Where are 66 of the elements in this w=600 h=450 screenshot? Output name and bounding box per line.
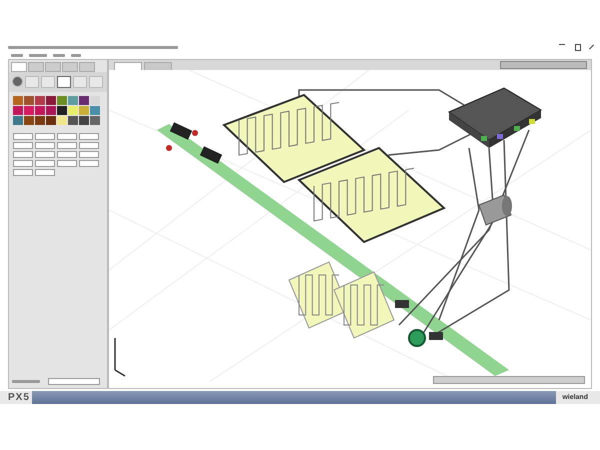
panel-tab[interactable] (11, 62, 27, 72)
part-button[interactable] (79, 151, 99, 158)
view-tab[interactable] (114, 62, 142, 70)
part-button[interactable] (79, 142, 99, 149)
sensor-drawing (395, 300, 409, 308)
palette-swatch[interactable] (13, 96, 23, 105)
part-button[interactable] (57, 133, 77, 140)
part-button[interactable] (35, 160, 55, 167)
blurred-menu-item[interactable] (11, 54, 23, 57)
palette-swatch[interactable] (79, 106, 89, 115)
part-button[interactable] (35, 169, 55, 176)
part-button[interactable] (57, 160, 77, 167)
part-button[interactable] (13, 151, 33, 158)
part-button[interactable] (13, 133, 33, 140)
palette-swatch[interactable] (24, 96, 34, 105)
palette-swatch[interactable] (79, 96, 89, 105)
view-tab[interactable] (144, 62, 172, 70)
view-controls[interactable] (433, 376, 585, 384)
palette-swatch[interactable] (57, 116, 67, 125)
motor-drawing (478, 194, 512, 226)
heating-mat (333, 271, 395, 339)
app-logo: PX5 (8, 392, 30, 404)
palette-swatch[interactable] (68, 106, 78, 115)
blurred-menu-item[interactable] (53, 54, 65, 57)
palette-swatch[interactable] (13, 106, 23, 115)
panel-tab[interactable] (28, 62, 44, 72)
part-button[interactable] (57, 151, 77, 158)
part-button[interactable] (13, 142, 33, 149)
view-toolbar[interactable] (500, 61, 587, 69)
palette-swatch[interactable] (57, 96, 67, 105)
part-button[interactable] (79, 160, 99, 167)
palette-swatch[interactable] (68, 96, 78, 105)
blurred-label (12, 380, 40, 383)
blurred-menu-item[interactable] (29, 54, 47, 57)
palette-swatch[interactable] (46, 116, 56, 125)
palette-swatch[interactable] (24, 116, 34, 125)
part-button[interactable] (13, 160, 33, 167)
palette-swatch[interactable] (24, 106, 34, 115)
palette-swatch[interactable] (35, 116, 45, 125)
valve-drawing (408, 329, 426, 347)
palette-swatch[interactable] (68, 116, 78, 125)
palette-swatch[interactable] (35, 96, 45, 105)
sensor-drawing (429, 332, 443, 340)
axis-gizmo-icon (114, 337, 126, 377)
palette-swatch[interactable] (13, 116, 23, 125)
connector-drawing (166, 122, 222, 164)
part-button[interactable] (35, 133, 55, 140)
maximize-icon[interactable] (575, 44, 581, 51)
palette-swatch[interactable] (79, 116, 89, 125)
dropdown[interactable] (48, 378, 100, 385)
minimize-icon[interactable] (559, 44, 565, 45)
palette-swatch[interactable] (57, 106, 67, 115)
palette-swatch[interactable] (46, 106, 56, 115)
palette-swatch[interactable] (90, 96, 100, 105)
palette-swatch[interactable] (46, 96, 56, 105)
panel-tab[interactable] (79, 62, 95, 72)
palette-swatch[interactable] (90, 106, 100, 115)
tool-button[interactable] (57, 76, 71, 88)
part-button[interactable] (13, 169, 33, 176)
part-button[interactable] (35, 151, 55, 158)
part-button[interactable] (79, 133, 99, 140)
palette-swatch[interactable] (90, 116, 100, 125)
part-button[interactable] (57, 142, 77, 149)
palette-swatch[interactable] (35, 106, 45, 115)
part-button[interactable] (35, 142, 55, 149)
blurred-menu-item[interactable] (71, 54, 81, 57)
